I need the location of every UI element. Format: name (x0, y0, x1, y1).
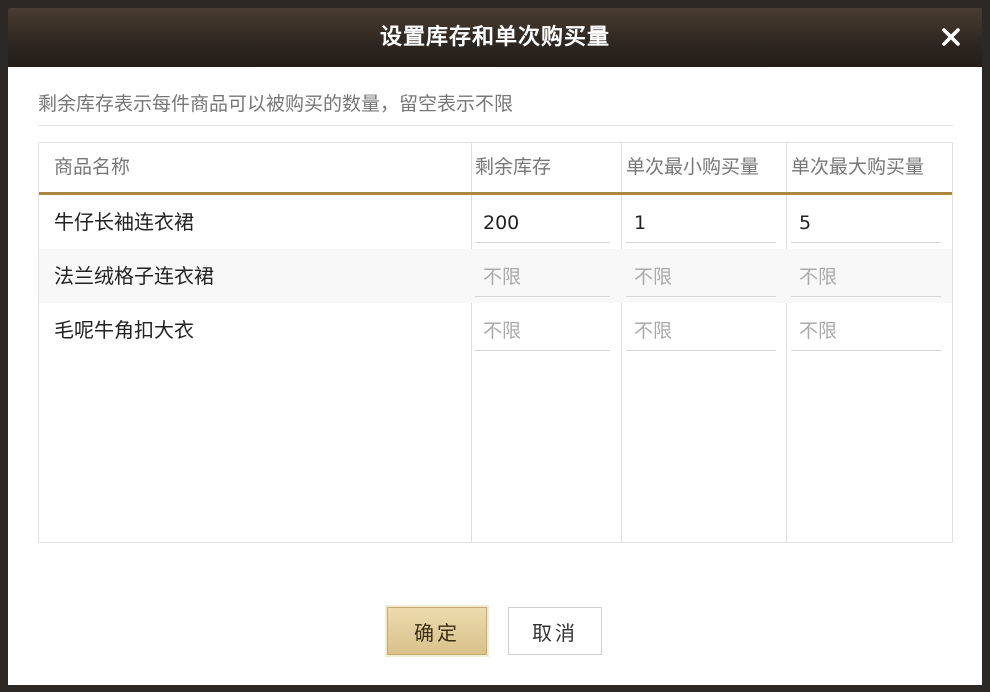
dialog-titlebar: 设置库存和单次购买量 (8, 8, 982, 67)
product-name: 牛仔长袖连衣裙 (54, 210, 194, 234)
header-stock: 剩余库存 (475, 156, 552, 178)
table-header: 商品名称 剩余库存 单次最小购买量 单次最大购买量 (39, 143, 952, 195)
stock-input[interactable] (475, 203, 610, 243)
header-max-purchase: 单次最大购买量 (791, 156, 925, 178)
close-button[interactable] (936, 22, 966, 52)
hint-text: 剩余库存表示每件商品可以被购买的数量，留空表示不限 (38, 89, 953, 126)
table-row: 毛呢牛角扣大衣 (39, 303, 952, 357)
table-row: 牛仔长袖连衣裙 (39, 195, 952, 249)
close-icon (942, 28, 960, 46)
stock-input[interactable] (475, 311, 610, 351)
cancel-button[interactable]: 取消 (508, 607, 602, 655)
dialog-content: 剩余库存表示每件商品可以被购买的数量，留空表示不限 商品名称 剩余库存 单次最小… (8, 67, 982, 685)
min-purchase-input[interactable] (626, 311, 776, 351)
inventory-table: 商品名称 剩余库存 单次最小购买量 单次最大购买量 牛仔长袖连衣裙 法兰绒格子连… (38, 142, 953, 543)
settings-dialog: 设置库存和单次购买量 剩余库存表示每件商品可以被购买的数量，留空表示不限 商品名… (0, 0, 990, 692)
product-name: 毛呢牛角扣大衣 (54, 318, 194, 342)
max-purchase-input[interactable] (791, 203, 941, 243)
min-purchase-input[interactable] (626, 203, 776, 243)
min-purchase-input[interactable] (626, 257, 776, 297)
confirm-button[interactable]: 确定 (387, 607, 487, 655)
table-row: 法兰绒格子连衣裙 (39, 249, 952, 303)
dialog-title: 设置库存和单次购买量 (379, 25, 610, 50)
product-name: 法兰绒格子连衣裙 (54, 264, 214, 288)
stock-input[interactable] (475, 257, 610, 297)
max-purchase-input[interactable] (791, 311, 941, 351)
max-purchase-input[interactable] (791, 257, 941, 297)
header-product-name: 商品名称 (54, 156, 131, 178)
header-min-purchase: 单次最小购买量 (626, 156, 760, 178)
